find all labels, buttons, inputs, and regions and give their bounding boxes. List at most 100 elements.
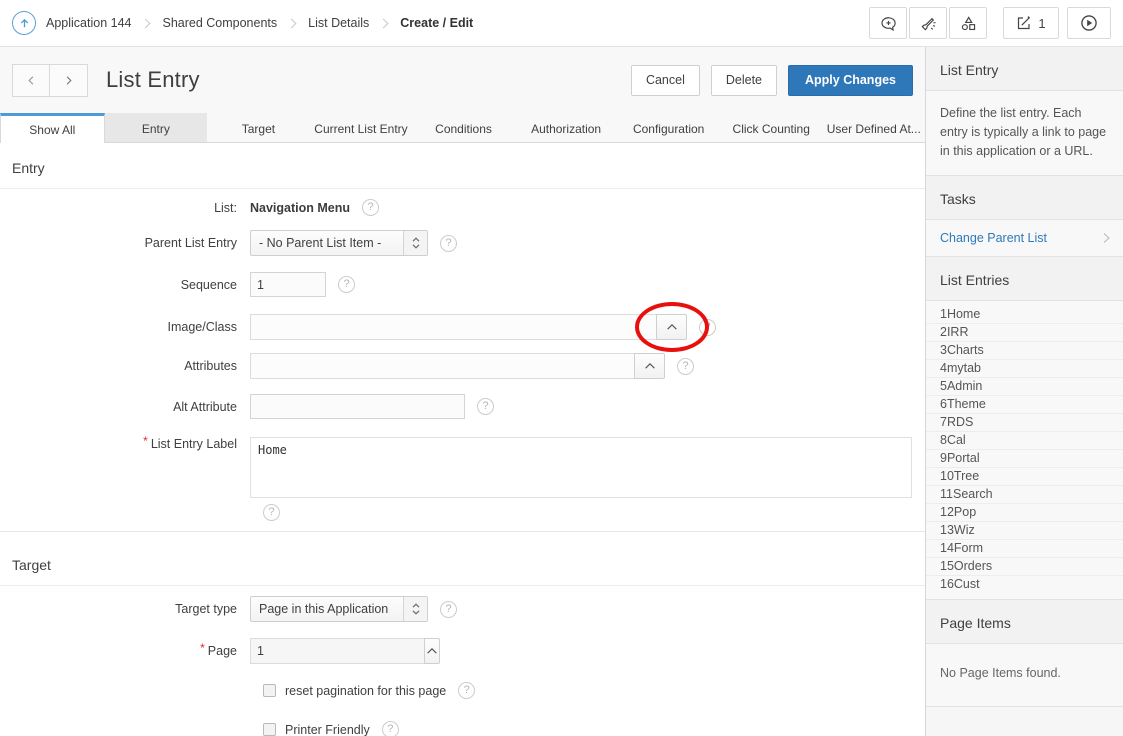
select-spinner-icon bbox=[403, 597, 427, 621]
list-entry-item[interactable]: 8Cal bbox=[926, 432, 1123, 450]
cancel-button[interactable]: Cancel bbox=[631, 65, 700, 96]
list-entry-item[interactable]: 10Tree bbox=[926, 468, 1123, 486]
entry-section: Entry List: Navigation Menu Parent List … bbox=[0, 143, 925, 531]
tab[interactable]: Conditions bbox=[412, 113, 515, 142]
alt-attribute-row: Alt Attribute bbox=[0, 394, 925, 419]
help-icon[interactable] bbox=[699, 319, 716, 336]
breadcrumb-item[interactable]: Create / Edit bbox=[369, 16, 473, 30]
list-entry-item[interactable]: 12Pop bbox=[926, 504, 1123, 522]
list-entry-item[interactable]: 13Wiz bbox=[926, 522, 1123, 540]
page-row: *Page bbox=[0, 638, 925, 664]
help-icon[interactable] bbox=[440, 601, 457, 618]
list-entry-item[interactable]: 2IRR bbox=[926, 324, 1123, 342]
breadcrumb-item[interactable]: Application 144 bbox=[46, 16, 131, 30]
breadcrumb-item[interactable]: List Details bbox=[277, 16, 369, 30]
printer-friendly-label: Printer Friendly bbox=[285, 723, 370, 736]
entry-section-title: Entry bbox=[0, 143, 925, 189]
list-label: List: bbox=[0, 201, 250, 215]
target-type-label: Target type bbox=[0, 602, 250, 616]
section-divider bbox=[0, 531, 925, 540]
list-entry-item[interactable]: 5Admin bbox=[926, 378, 1123, 396]
list-entry-item[interactable]: 6Theme bbox=[926, 396, 1123, 414]
help-icon[interactable] bbox=[362, 199, 379, 216]
image-class-input[interactable] bbox=[250, 314, 656, 340]
list-entry-item[interactable]: 15Orders bbox=[926, 558, 1123, 576]
flashlight-icon[interactable] bbox=[909, 7, 947, 39]
target-section-title: Target bbox=[0, 540, 925, 586]
help-icon[interactable] bbox=[677, 358, 694, 375]
help-icon[interactable] bbox=[338, 276, 355, 293]
up-arrow-icon[interactable] bbox=[12, 11, 36, 35]
change-parent-list-link[interactable]: Change Parent List bbox=[926, 220, 1123, 256]
list-entry-item[interactable]: 11Search bbox=[926, 486, 1123, 504]
breadcrumb-item[interactable]: Shared Components bbox=[131, 16, 277, 30]
list-entry-item[interactable]: 14Form bbox=[926, 540, 1123, 558]
next-icon[interactable] bbox=[50, 64, 88, 97]
page-label: Page bbox=[208, 644, 237, 658]
help-icon[interactable] bbox=[440, 235, 457, 252]
chevron-right-icon bbox=[379, 18, 389, 28]
tab[interactable]: Click Counting bbox=[720, 113, 823, 142]
shapes-icon[interactable] bbox=[949, 7, 987, 39]
page-title: List Entry bbox=[106, 67, 200, 93]
help-icon[interactable] bbox=[458, 682, 475, 699]
list-entry-item[interactable]: 3Charts bbox=[926, 342, 1123, 360]
tab[interactable]: Authorization bbox=[515, 113, 618, 142]
tab[interactable]: Show All bbox=[0, 113, 105, 143]
page-edit-icon bbox=[1016, 15, 1032, 31]
select-spinner-icon bbox=[403, 231, 427, 255]
chevron-up-icon[interactable] bbox=[424, 638, 440, 664]
target-type-select[interactable]: Page in this Application bbox=[250, 596, 428, 622]
parent-list-entry-select[interactable]: - No Parent List Item - bbox=[250, 230, 428, 256]
parent-list-entry-row: Parent List Entry - No Parent List Item … bbox=[0, 230, 925, 256]
list-entry-label-label: List Entry Label bbox=[151, 437, 237, 451]
page-number: 1 bbox=[1038, 16, 1045, 31]
alt-attribute-input[interactable] bbox=[250, 394, 465, 419]
comment-plus-icon[interactable] bbox=[869, 7, 907, 39]
required-asterisk: * bbox=[143, 434, 148, 448]
attributes-input[interactable] bbox=[250, 353, 634, 379]
sidebar-about-title: List Entry bbox=[926, 47, 1123, 91]
required-asterisk: * bbox=[200, 641, 205, 655]
tab[interactable]: User Defined At... bbox=[823, 113, 926, 142]
chevron-right-icon bbox=[141, 18, 151, 28]
help-icon[interactable] bbox=[263, 504, 280, 521]
printer-friendly-checkbox[interactable] bbox=[263, 723, 276, 736]
list-entry-item[interactable]: 9Portal bbox=[926, 450, 1123, 468]
list-entry-item[interactable]: 4mytab bbox=[926, 360, 1123, 378]
main-content: List Entry Cancel Delete Apply Changes S… bbox=[0, 47, 925, 736]
page-edit-button[interactable]: 1 bbox=[1003, 7, 1059, 39]
sidebar-tasks-title: Tasks bbox=[926, 176, 1123, 220]
list-value: Navigation Menu bbox=[250, 201, 350, 215]
chevron-right-icon bbox=[287, 18, 297, 28]
list-entry-label-textarea[interactable]: Home bbox=[250, 437, 912, 498]
breadcrumb: Application 144 Shared Components List D… bbox=[12, 11, 473, 35]
attributes-label: Attributes bbox=[0, 359, 250, 373]
help-icon[interactable] bbox=[477, 398, 494, 415]
alt-attribute-label: Alt Attribute bbox=[0, 400, 250, 414]
tab[interactable]: Current List Entry bbox=[310, 113, 413, 142]
list-entry-item[interactable]: 1Home bbox=[926, 306, 1123, 324]
apply-changes-button[interactable]: Apply Changes bbox=[788, 65, 913, 96]
tab[interactable]: Configuration bbox=[617, 113, 720, 142]
list-entry-item[interactable]: 7RDS bbox=[926, 414, 1123, 432]
delete-button[interactable]: Delete bbox=[711, 65, 777, 96]
page-header: List Entry Cancel Delete Apply Changes bbox=[0, 47, 925, 113]
target-section: Target Target type Page in this Applicat… bbox=[0, 540, 925, 736]
previous-icon[interactable] bbox=[12, 64, 50, 97]
sequence-input[interactable] bbox=[250, 272, 326, 297]
page-input[interactable] bbox=[250, 638, 424, 664]
sidebar-page-items-title: Page Items bbox=[926, 600, 1123, 644]
help-icon[interactable] bbox=[382, 721, 399, 736]
tab[interactable]: Target bbox=[207, 113, 310, 142]
page-items-empty-message: No Page Items found. bbox=[926, 644, 1123, 706]
attributes-row: Attributes bbox=[0, 353, 925, 379]
list-entry-item[interactable]: 16Cust bbox=[926, 576, 1123, 593]
reset-pagination-label: reset pagination for this page bbox=[285, 684, 446, 698]
list-row: List: Navigation Menu bbox=[0, 199, 925, 216]
chevron-up-icon[interactable] bbox=[634, 353, 665, 379]
chevron-up-icon[interactable] bbox=[656, 314, 687, 340]
tab[interactable]: Entry bbox=[105, 113, 208, 142]
reset-pagination-checkbox[interactable] bbox=[263, 684, 276, 697]
run-icon[interactable] bbox=[1067, 7, 1111, 39]
